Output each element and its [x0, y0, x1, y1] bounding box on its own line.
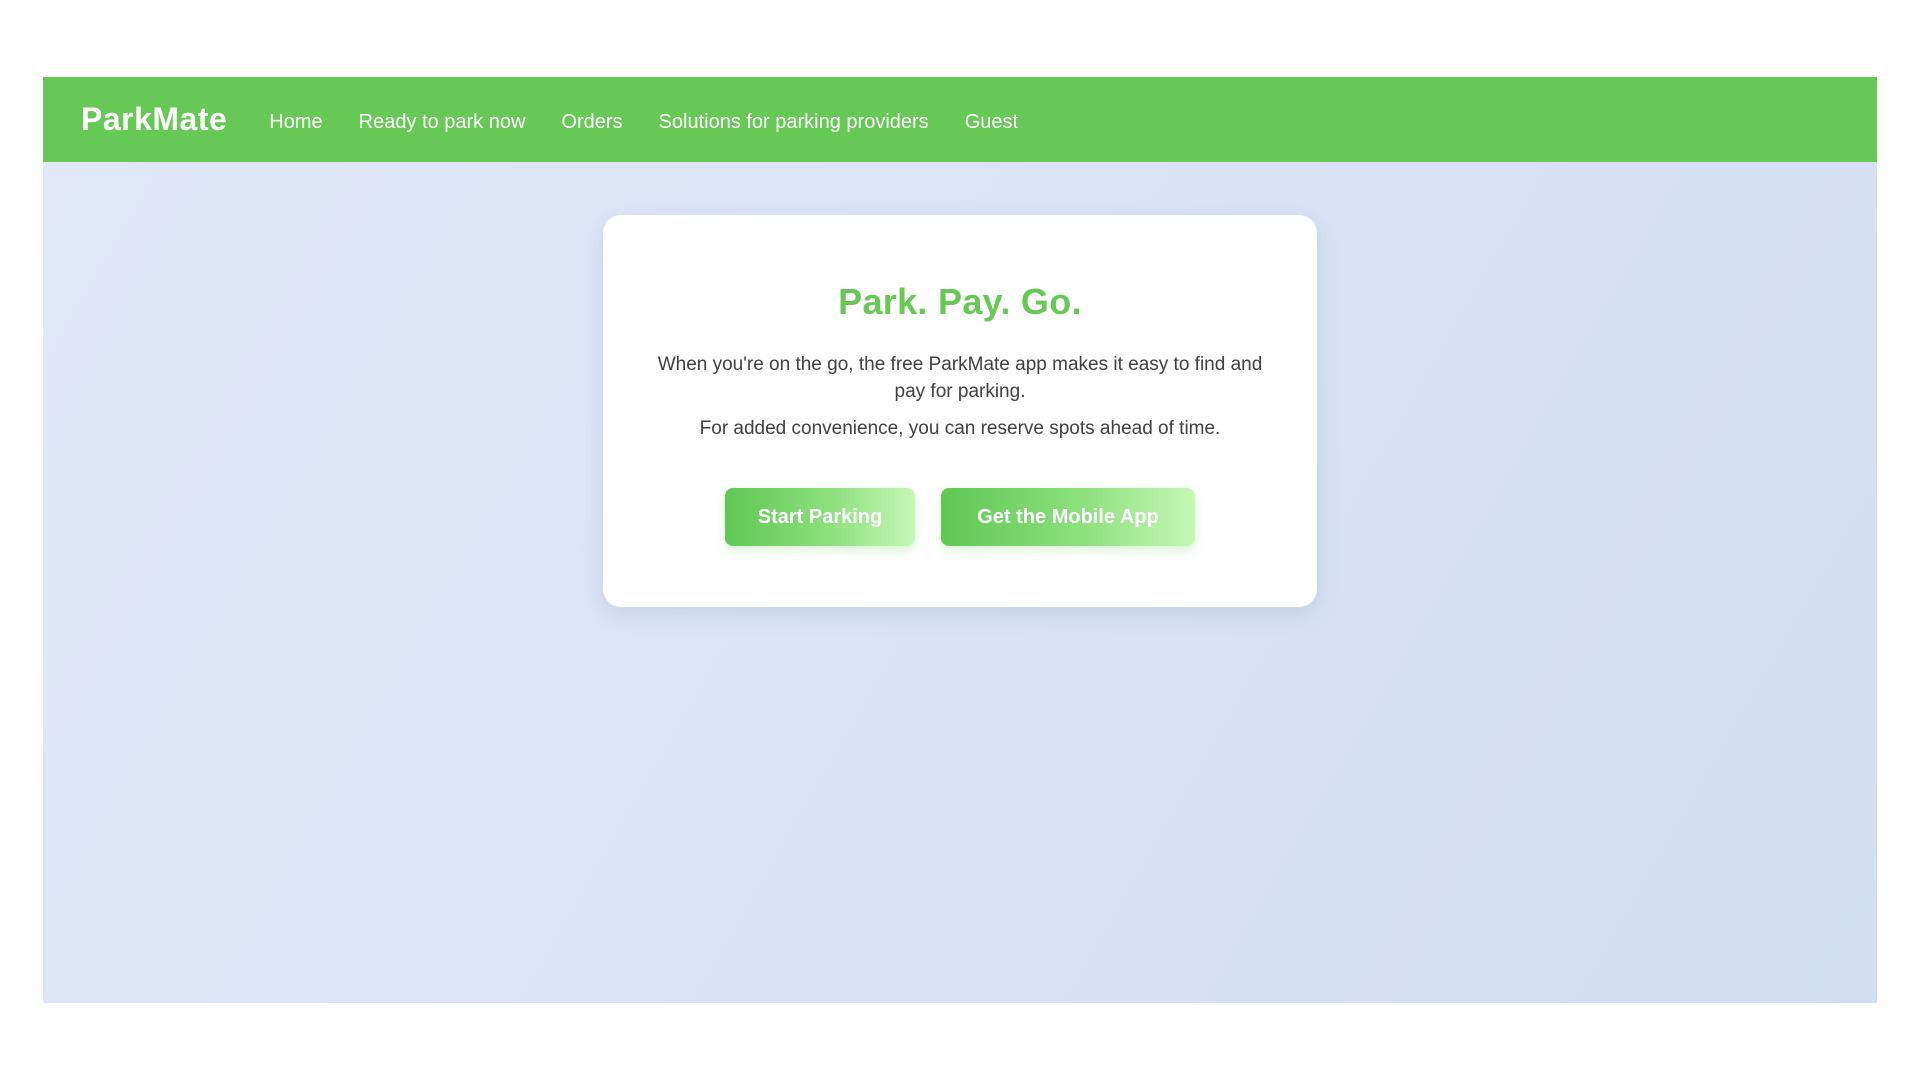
hero-actions: Start Parking Get the Mobile App — [603, 488, 1317, 546]
nav-link-ready-to-park[interactable]: Ready to park now — [341, 105, 544, 140]
app-window: ParkMate Home Ready to park now Orders S… — [43, 77, 1877, 1003]
nav-links: Home Ready to park now Orders Solutions … — [251, 105, 1036, 140]
hero-description: When you're on the go, the free ParkMate… — [657, 354, 1263, 402]
start-parking-button[interactable]: Start Parking — [725, 488, 915, 546]
nav-link-guest[interactable]: Guest — [947, 105, 1036, 140]
hero-title: Park. Pay. Go. — [838, 281, 1082, 322]
hero-subdescription: For added convenience, you can reserve s… — [699, 418, 1221, 439]
nav-link-home[interactable]: Home — [251, 105, 340, 140]
get-mobile-app-button[interactable]: Get the Mobile App — [941, 488, 1195, 546]
top-navbar: ParkMate Home Ready to park now Orders S… — [43, 77, 1877, 162]
brand-logo[interactable]: ParkMate — [81, 101, 227, 138]
nav-link-orders[interactable]: Orders — [543, 105, 640, 140]
nav-link-solutions[interactable]: Solutions for parking providers — [641, 105, 947, 140]
hero-card: Park. Pay. Go. When you're on the go, th… — [603, 215, 1317, 607]
